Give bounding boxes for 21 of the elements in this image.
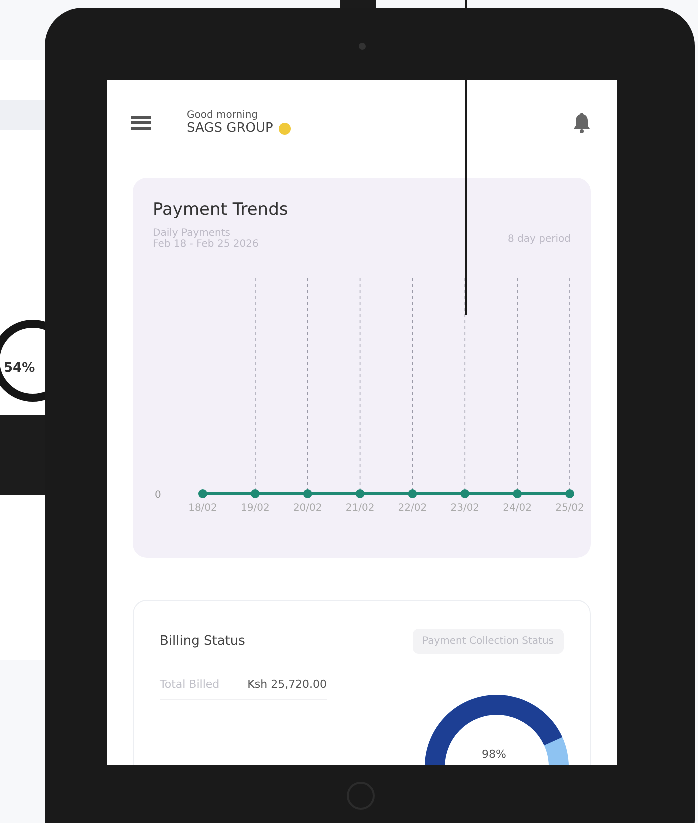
x-tick-label: 18/02 [188, 503, 218, 514]
progress-label: 54% [4, 361, 36, 376]
row-label: Total Billed [160, 678, 220, 691]
x-tick-label: 23/02 [450, 503, 480, 514]
x-tick-label: 20/02 [293, 503, 322, 514]
y-axis-label: 0 [155, 490, 162, 501]
notification-bell-icon[interactable] [573, 112, 591, 134]
greeting-text: Good morning [187, 110, 260, 121]
x-tick-label: 21/02 [346, 503, 375, 514]
row-value: Ksh 25,720.00 [248, 678, 328, 691]
menu-icon[interactable] [131, 116, 151, 130]
billing-title: Billing Status [160, 634, 246, 649]
camera-dot [359, 43, 366, 50]
sun-icon [279, 122, 292, 134]
x-tick-label: 24/02 [503, 503, 532, 514]
donut-percent: 98% [482, 748, 506, 761]
company-name: SAGS GROUP [187, 121, 274, 136]
x-tick-label: 22/02 [398, 503, 428, 514]
x-tick-label: 25/02 [556, 503, 584, 514]
x-tick-label: 19/02 [241, 503, 270, 514]
chart-title: Payment Trends [152, 200, 290, 220]
